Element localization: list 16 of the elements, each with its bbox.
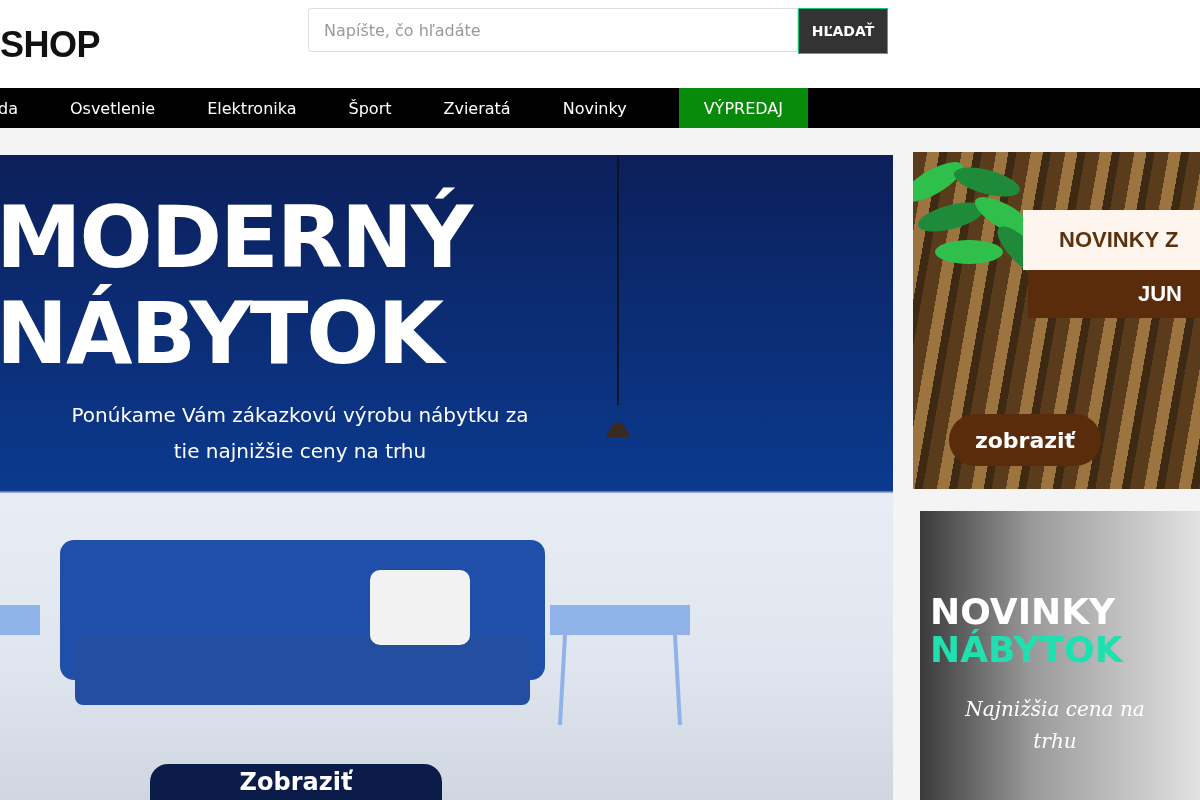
banner-tagline: Najnižšia cena na trhu bbox=[964, 696, 1146, 756]
banner-heading: NOVINKY Z bbox=[1023, 210, 1200, 270]
hero-title: MODERNÝ NÁBYTOK bbox=[0, 189, 472, 381]
nav-link[interactable]: Novinky bbox=[562, 88, 627, 128]
promo-banner[interactable]: NOVINKY Z JUN zobraziť bbox=[913, 152, 1200, 490]
banner-subheading: JUN bbox=[1028, 270, 1200, 318]
nav-link[interactable]: Elektronika bbox=[207, 88, 297, 128]
show-button[interactable]: zobraziť bbox=[949, 414, 1101, 466]
search-field[interactable]: Napíšte, čo hľadáte bbox=[308, 8, 798, 52]
shop-logo[interactable]: SHOP bbox=[0, 24, 308, 66]
nav-link[interactable]: Šport bbox=[348, 88, 392, 128]
nav-link[interactable]: Zvieratá bbox=[443, 88, 511, 128]
search-button[interactable]: HĽADAŤ bbox=[798, 8, 888, 54]
nav-link[interactable]: Osvetlenie bbox=[69, 88, 156, 128]
hero-subtitle: Ponúkame Vám zákazkovú výrobu nábytku za tie najnižšie ceny na trhu bbox=[70, 402, 530, 465]
show-button[interactable]: Zobraziť bbox=[150, 764, 442, 800]
